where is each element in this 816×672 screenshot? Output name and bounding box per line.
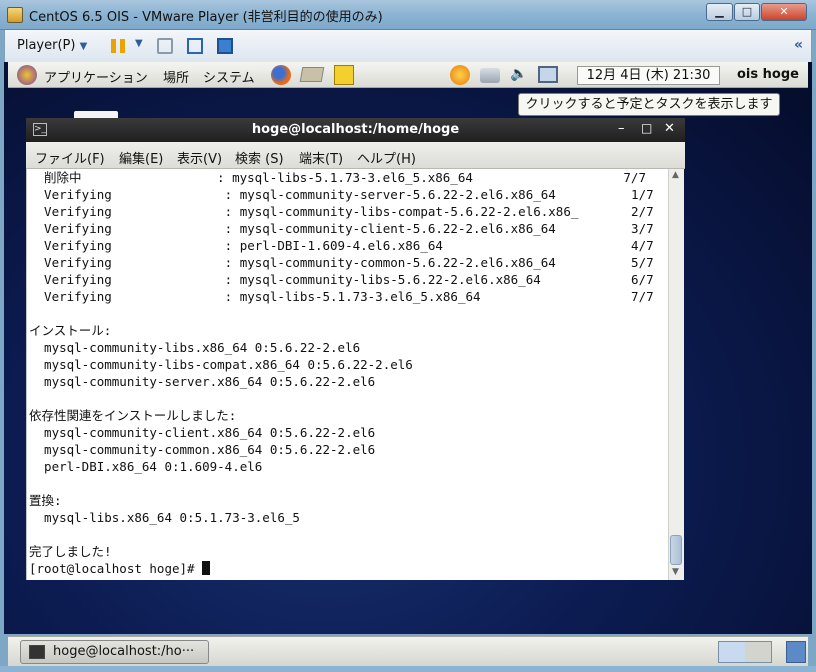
terminal-line: mysql-community-common.x86_64 0:5.6.22-2… xyxy=(29,442,376,457)
fullscreen-icon[interactable] xyxy=(187,38,203,54)
send-ctrl-alt-del-icon[interactable] xyxy=(157,38,173,54)
terminal-line: Verifying : mysql-libs-5.1.73-3.el6_5.x8… xyxy=(29,289,654,304)
terminal-close-icon[interactable]: ✕ xyxy=(664,121,675,136)
taskbar-task-label: hoge@localhost:/ho··· xyxy=(53,644,195,659)
terminal-line: 完了しました! xyxy=(29,544,112,559)
applications-menu[interactable]: アプリケーション xyxy=(44,67,148,86)
close-button[interactable]: ✕ xyxy=(761,3,807,21)
taskbar-terminal-button[interactable]: hoge@localhost:/ho··· xyxy=(20,640,209,664)
scroll-down-icon[interactable]: ▼ xyxy=(672,567,679,577)
system-menu[interactable]: システム xyxy=(203,67,255,86)
vmware-icon xyxy=(7,7,23,23)
workspace-switcher[interactable] xyxy=(718,641,772,663)
unity-icon[interactable] xyxy=(217,38,233,54)
network-manager-icon[interactable] xyxy=(538,66,558,83)
terminal-output[interactable]: 削除中 : mysql-libs-5.1.73-3.el6_5.x86_64 7… xyxy=(26,169,668,580)
terminal-line: 依存性関連をインストールしました: xyxy=(29,408,237,423)
scroll-up-icon[interactable]: ▲ xyxy=(672,170,679,180)
terminal-line: Verifying : mysql-community-client-5.6.2… xyxy=(29,221,654,236)
clock[interactable]: 12月 4日 (木) 21:30 xyxy=(577,66,720,85)
terminal-line: mysql-community-client.x86_64 0:5.6.22-2… xyxy=(29,425,376,440)
terminal-line: インストール: xyxy=(29,323,112,338)
terminal-title: hoge@localhost:/home/hoge xyxy=(251,122,460,137)
window-title: CentOS 6.5 OIS - VMware Player (非営利目的の使用… xyxy=(29,10,383,25)
volume-icon[interactable]: 🔈 xyxy=(510,66,527,82)
terminal-line: 削除中 : mysql-libs-5.1.73-3.el6_5.x86_64 7… xyxy=(29,170,646,185)
menu-view[interactable]: 表示(V) xyxy=(177,148,222,167)
gnome-foot-icon xyxy=(17,65,37,85)
minimize-icon: ▁ xyxy=(715,5,724,18)
terminal-minimize-icon[interactable]: – xyxy=(618,121,625,136)
menu-file[interactable]: ファイル(F) xyxy=(35,148,105,167)
menu-help[interactable]: ヘルプ(H) xyxy=(357,148,416,167)
trash-icon[interactable] xyxy=(786,641,806,663)
terminal-line: Verifying : mysql-community-libs-compat-… xyxy=(29,204,654,219)
vm-bottom-border xyxy=(0,666,816,672)
terminal-scrollbar[interactable]: ▲ ▼ xyxy=(668,169,684,580)
double-chevron-left-icon[interactable]: « xyxy=(794,37,803,53)
update-icon[interactable] xyxy=(450,65,470,85)
menu-terminal[interactable]: 端末(T) xyxy=(299,148,343,167)
terminal-prompt: [root@localhost hoge]# xyxy=(29,560,211,577)
terminal-line: mysql-libs.x86_64 0:5.1.73-3.el6_5 xyxy=(29,510,300,525)
terminal-line: perl-DBI.x86_64 0:1.609-4.el6 xyxy=(29,459,263,474)
terminal-line: mysql-community-server.x86_64 0:5.6.22-2… xyxy=(29,374,376,389)
scrollbar-thumb[interactable] xyxy=(670,535,682,565)
player-menu[interactable]: Player(P) ▼ xyxy=(17,38,87,53)
menu-edit[interactable]: 編集(E) xyxy=(119,148,163,167)
close-icon: ✕ xyxy=(779,5,789,18)
maximize-icon: □ xyxy=(741,5,753,18)
terminal-line: Verifying : mysql-community-server-5.6.2… xyxy=(29,187,654,202)
places-menu[interactable]: 場所 xyxy=(163,67,189,86)
terminal-line: Verifying : perl-DBI-1.609-4.el6.x86_64 … xyxy=(29,238,654,253)
desktop-icon[interactable] xyxy=(74,111,118,118)
firefox-icon[interactable] xyxy=(271,65,291,85)
terminal-maximize-icon[interactable]: □ xyxy=(641,121,652,135)
terminal-titlebar[interactable]: >_ hoge@localhost:/home/hoge – □ ✕ xyxy=(26,118,685,142)
terminal-line: 置換: xyxy=(29,493,62,508)
terminal-task-icon xyxy=(29,645,45,659)
vm-toolbar: Player(P) ▼ ▼ « xyxy=(4,30,812,62)
text-cursor xyxy=(202,561,211,575)
terminal-line: Verifying : mysql-community-common-5.6.2… xyxy=(29,255,654,270)
menu-search[interactable]: 検索 (S) xyxy=(235,148,284,167)
user-menu[interactable]: ois hoge xyxy=(737,67,799,82)
terminal-line: Verifying : mysql-community-libs-5.6.22-… xyxy=(29,272,654,287)
clock-tooltip: クリックすると予定とタスクを表示します xyxy=(518,93,780,116)
pause-icon[interactable] xyxy=(111,39,125,53)
network-icon[interactable] xyxy=(480,68,500,83)
terminal-menubar: ファイル(F) 編集(E) 表示(V) 検索 (S) 端末(T) ヘルプ(H) xyxy=(26,142,685,169)
maximize-button[interactable]: □ xyxy=(734,3,760,21)
terminal-line: mysql-community-libs-compat.x86_64 0:5.6… xyxy=(29,357,413,372)
terminal-line: mysql-community-libs.x86_64 0:5.6.22-2.e… xyxy=(29,340,361,355)
dropdown-icon[interactable]: ▼ xyxy=(135,38,143,49)
mail-icon[interactable] xyxy=(299,67,325,82)
minimize-button[interactable]: ▁ xyxy=(706,3,733,21)
notes-icon[interactable] xyxy=(334,65,354,85)
